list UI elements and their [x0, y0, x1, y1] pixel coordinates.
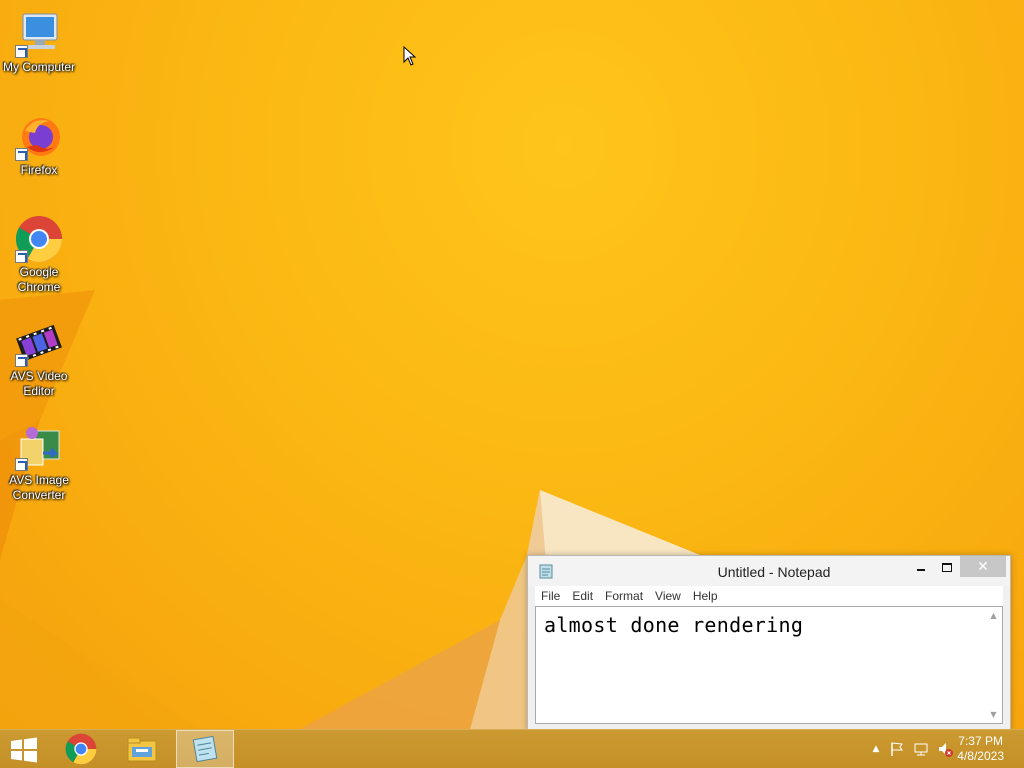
desktop-icon-label: Google Chrome — [17, 265, 61, 294]
firefox-icon — [15, 113, 63, 161]
vertical-scrollbar[interactable]: ▲ ▼ — [985, 607, 1002, 723]
start-icon[interactable] — [10, 737, 38, 763]
menu-help[interactable]: Help — [687, 589, 724, 603]
chrome-icon — [65, 733, 97, 765]
image-converter-icon — [15, 423, 63, 471]
menu-format[interactable]: Format — [599, 589, 649, 603]
notepad-window[interactable]: Untitled - Notepad ✕ File Edit Format Vi… — [527, 555, 1011, 729]
text-editor-area[interactable]: almost done rendering ▲ ▼ — [535, 606, 1003, 724]
notepad-titlebar[interactable]: Untitled - Notepad ✕ — [528, 556, 1010, 586]
close-icon: ✕ — [977, 558, 989, 575]
close-button[interactable]: ✕ — [960, 556, 1006, 577]
scroll-down-icon[interactable]: ▼ — [985, 706, 1002, 723]
menu-view[interactable]: View — [649, 589, 687, 603]
minimize-button[interactable] — [908, 556, 934, 578]
menu-bar: File Edit Format View Help — [535, 586, 1003, 606]
volume-muted-icon[interactable] — [937, 741, 953, 757]
taskbar: ▲ 7:37 PM 4/8/2023 — [0, 729, 1024, 768]
desktop-icon-firefox[interactable]: Firefox — [2, 113, 76, 178]
system-tray: ▲ 7:37 PM 4/8/2023 — [844, 730, 1024, 768]
desktop-icon-label: AVS Image Converter — [9, 473, 69, 502]
file-explorer-icon — [127, 737, 157, 762]
desktop-icon-label: Firefox — [20, 163, 58, 177]
desktop-icon-my-computer[interactable]: My Computer — [2, 10, 76, 75]
taskbar-file-explorer-button[interactable] — [113, 730, 171, 768]
desktop-icon-label: My Computer — [2, 60, 76, 74]
notepad-icon — [192, 735, 218, 763]
scroll-up-icon[interactable]: ▲ — [985, 607, 1002, 624]
clock-time: 7:37 PM — [958, 734, 1003, 748]
desktop-icon-avs-image-converter[interactable]: AVS Image Converter — [2, 423, 76, 503]
menu-edit[interactable]: Edit — [566, 589, 599, 603]
maximize-icon — [942, 562, 952, 572]
minimize-icon — [917, 569, 925, 571]
action-center-flag-icon[interactable] — [889, 741, 905, 757]
computer-icon — [15, 10, 63, 58]
desktop-icon-google-chrome[interactable]: Google Chrome — [2, 215, 76, 295]
taskbar-notepad-button[interactable] — [176, 730, 234, 768]
taskbar-clock[interactable]: 7:37 PM 4/8/2023 — [957, 734, 1004, 764]
show-hidden-icons-icon[interactable]: ▲ — [868, 741, 884, 757]
taskbar-chrome-button[interactable] — [52, 730, 110, 768]
desktop-icon-label: AVS Video Editor — [10, 369, 68, 398]
chrome-icon — [15, 215, 63, 263]
network-icon[interactable] — [913, 741, 929, 757]
editor-content[interactable]: almost done rendering — [544, 613, 982, 637]
menu-file[interactable]: File — [535, 589, 566, 603]
clock-date: 4/8/2023 — [957, 749, 1004, 763]
maximize-button[interactable] — [934, 556, 960, 578]
desktop-icon-avs-video-editor[interactable]: AVS Video Editor — [2, 319, 76, 399]
mouse-cursor-icon — [403, 46, 417, 66]
film-icon — [15, 319, 63, 367]
desktop: My Computer Firefox Google Chrome AVS Vi… — [0, 0, 1024, 729]
